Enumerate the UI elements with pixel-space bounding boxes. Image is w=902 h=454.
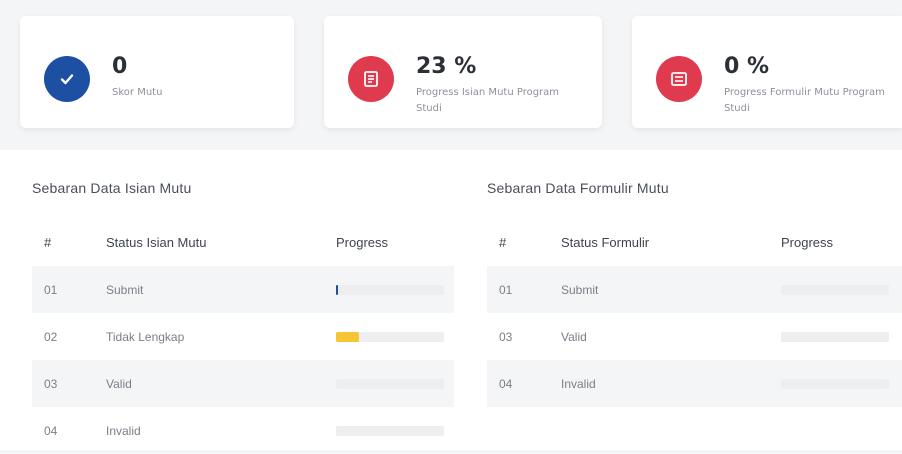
progress-bar: [781, 331, 889, 342]
table-row: 02 Tidak Lengkap: [32, 313, 454, 360]
progress-bar: [336, 378, 444, 389]
table-row: 03 Valid: [32, 360, 454, 407]
table-row: 04 Invalid: [32, 407, 454, 454]
column-header-status: Status Isian Mutu: [106, 234, 207, 250]
row-status: Tidak Lengkap: [106, 329, 185, 344]
row-number: 01: [487, 266, 549, 313]
column-header-status: Status Formulir: [561, 234, 650, 250]
row-number: 04: [44, 423, 58, 438]
row-number: 01: [32, 266, 94, 313]
row-progress: [769, 266, 902, 313]
row-status: Valid: [561, 329, 587, 344]
progress-bar: [336, 284, 444, 295]
stat-label: Progress Formulir Mutu Program Studi: [724, 87, 885, 114]
column-header-number: #: [499, 234, 507, 250]
progress-fill: [336, 284, 339, 295]
stat-label: Skor Mutu: [112, 87, 163, 98]
table-header-row: # Status Isian Mutu Progress: [32, 218, 454, 266]
row-progress: [324, 360, 454, 407]
row-progress: [769, 313, 902, 360]
column-header-number: #: [44, 234, 52, 250]
row-number: 03: [499, 329, 513, 344]
row-progress: [769, 360, 902, 407]
row-status: Invalid: [549, 360, 769, 407]
check-icon: [44, 56, 90, 102]
row-status: Submit: [549, 266, 769, 313]
progress-bar: [336, 331, 444, 342]
progress-bar: [781, 378, 889, 389]
row-progress: [324, 266, 454, 313]
row-progress: [324, 313, 454, 360]
row-progress: [324, 407, 454, 454]
stat-value: 23 %: [416, 54, 477, 79]
list-icon: [348, 56, 394, 102]
column-header-progress: Progress: [781, 234, 834, 250]
form-icon: [656, 56, 702, 102]
table-row: 03 Valid: [487, 313, 902, 360]
table-header-row: # Status Formulir Progress: [487, 218, 902, 266]
stat-card-skor: 0 Skor Mutu: [20, 16, 294, 128]
stat-card-formulir: 0 % Progress Formulir Mutu Program Studi: [632, 16, 902, 128]
progress-bar: [781, 284, 889, 295]
progress-fill: [336, 331, 359, 342]
isian-table: # Status Isian Mutu Progress 01 Submit 0…: [32, 218, 454, 454]
row-status: Submit: [94, 266, 324, 313]
isian-section-title: Sebaran Data Isian Mutu: [32, 180, 192, 196]
row-number: 04: [487, 360, 549, 407]
distribution-panel: Sebaran Data Isian Mutu Sebaran Data For…: [0, 150, 902, 450]
row-number: 02: [44, 329, 58, 344]
stat-label: Progress Isian Mutu Program Studi: [416, 87, 560, 114]
stat-value: 0 %: [724, 54, 770, 79]
stat-card-isian: 23 % Progress Isian Mutu Program Studi: [324, 16, 602, 128]
table-row: 01 Submit: [487, 266, 902, 313]
formulir-table: # Status Formulir Progress 01 Submit 03 …: [487, 218, 902, 407]
formulir-section-title: Sebaran Data Formulir Mutu: [487, 180, 669, 196]
row-number: 03: [32, 360, 94, 407]
stat-value: 0: [112, 54, 128, 79]
row-status: Valid: [94, 360, 324, 407]
column-header-progress: Progress: [336, 234, 389, 250]
progress-bar: [336, 425, 444, 436]
table-row: 04 Invalid: [487, 360, 902, 407]
table-row: 01 Submit: [32, 266, 454, 313]
row-status: Invalid: [106, 423, 141, 438]
